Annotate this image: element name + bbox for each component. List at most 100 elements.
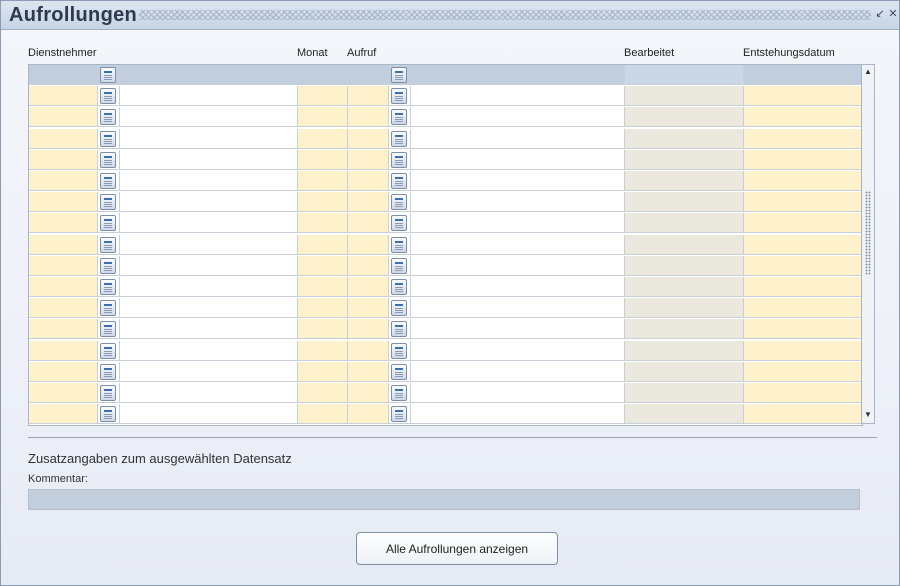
aufruf-lookup-cell[interactable]	[389, 129, 411, 149]
aufruf-cell[interactable]	[348, 319, 389, 339]
bearbeitet-cell[interactable]	[625, 171, 744, 191]
monat-cell[interactable]	[298, 235, 348, 255]
dienstnehmer-lookup-icon[interactable]	[100, 173, 116, 189]
dienstnehmer-lookup-cell[interactable]	[98, 150, 120, 170]
aufruf-lookup-cell[interactable]	[389, 65, 411, 85]
dienstnehmer-cell[interactable]	[29, 235, 98, 255]
show-all-aufrollungen-button[interactable]: Alle Aufrollungen anzeigen	[356, 532, 558, 565]
table-row[interactable]	[29, 341, 862, 362]
dienstnehmer-name-cell[interactable]	[120, 129, 298, 149]
entstehungsdatum-cell[interactable]	[744, 319, 862, 339]
dienstnehmer-name-cell[interactable]	[120, 383, 298, 403]
aufruf-cell[interactable]	[348, 150, 389, 170]
dienstnehmer-name-cell[interactable]	[120, 319, 298, 339]
dienstnehmer-lookup-icon[interactable]	[100, 152, 116, 168]
dienstnehmer-cell[interactable]	[29, 256, 98, 276]
aufruf-lookup-cell[interactable]	[389, 256, 411, 276]
dienstnehmer-lookup-icon[interactable]	[100, 215, 116, 231]
bearbeitet-cell[interactable]	[625, 213, 744, 233]
monat-cell[interactable]	[298, 192, 348, 212]
entstehungsdatum-cell[interactable]	[744, 383, 862, 403]
dienstnehmer-lookup-icon[interactable]	[100, 131, 116, 147]
bearbeitet-cell[interactable]	[625, 192, 744, 212]
bearbeitet-cell[interactable]	[625, 150, 744, 170]
table-row[interactable]	[29, 213, 862, 234]
dienstnehmer-lookup-cell[interactable]	[98, 256, 120, 276]
dienstnehmer-cell[interactable]	[29, 298, 98, 318]
scroll-grip[interactable]	[865, 191, 871, 275]
aufruf-cell[interactable]	[348, 235, 389, 255]
aufruf-cell[interactable]	[348, 65, 389, 85]
dienstnehmer-lookup-cell[interactable]	[98, 235, 120, 255]
dienstnehmer-cell[interactable]	[29, 86, 98, 106]
aufruf-lookup-icon[interactable]	[391, 215, 407, 231]
aufruf-text-cell[interactable]	[411, 404, 625, 424]
table-row[interactable]	[29, 404, 862, 425]
dienstnehmer-lookup-icon[interactable]	[100, 237, 116, 253]
aufruf-cell[interactable]	[348, 362, 389, 382]
entstehungsdatum-cell[interactable]	[744, 65, 862, 85]
dienstnehmer-name-cell[interactable]	[120, 404, 298, 424]
entstehungsdatum-cell[interactable]	[744, 192, 862, 212]
dienstnehmer-lookup-icon[interactable]	[100, 385, 116, 401]
comment-field[interactable]	[28, 489, 860, 510]
dienstnehmer-lookup-cell[interactable]	[98, 319, 120, 339]
entstehungsdatum-cell[interactable]	[744, 256, 862, 276]
aufruf-lookup-icon[interactable]	[391, 88, 407, 104]
dienstnehmer-lookup-cell[interactable]	[98, 341, 120, 361]
aufruf-lookup-cell[interactable]	[389, 192, 411, 212]
aufruf-lookup-icon[interactable]	[391, 300, 407, 316]
aufruf-text-cell[interactable]	[411, 277, 625, 297]
aufruf-lookup-icon[interactable]	[391, 406, 407, 422]
aufruf-lookup-icon[interactable]	[391, 194, 407, 210]
dienstnehmer-cell[interactable]	[29, 383, 98, 403]
bearbeitet-cell[interactable]	[625, 86, 744, 106]
aufruf-text-cell[interactable]	[411, 383, 625, 403]
aufruf-cell[interactable]	[348, 383, 389, 403]
dienstnehmer-lookup-icon[interactable]	[100, 258, 116, 274]
table-row[interactable]	[29, 298, 862, 319]
dienstnehmer-lookup-cell[interactable]	[98, 129, 120, 149]
aufruf-cell[interactable]	[348, 107, 389, 127]
table-row[interactable]	[29, 277, 862, 298]
aufruf-lookup-icon[interactable]	[391, 109, 407, 125]
dienstnehmer-lookup-icon[interactable]	[100, 321, 116, 337]
dienstnehmer-lookup-cell[interactable]	[98, 107, 120, 127]
table-row[interactable]	[29, 129, 862, 150]
aufruf-lookup-cell[interactable]	[389, 298, 411, 318]
grid-scrollbar[interactable]: ▲ ▼	[861, 64, 875, 424]
aufruf-lookup-cell[interactable]	[389, 86, 411, 106]
dienstnehmer-lookup-icon[interactable]	[100, 67, 116, 83]
aufruf-lookup-cell[interactable]	[389, 341, 411, 361]
aufruf-lookup-cell[interactable]	[389, 107, 411, 127]
monat-cell[interactable]	[298, 65, 348, 85]
dienstnehmer-lookup-icon[interactable]	[100, 406, 116, 422]
aufruf-cell[interactable]	[348, 129, 389, 149]
aufruf-lookup-icon[interactable]	[391, 131, 407, 147]
dienstnehmer-name-cell[interactable]	[120, 256, 298, 276]
entstehungsdatum-cell[interactable]	[744, 404, 862, 424]
aufruf-lookup-icon[interactable]	[391, 321, 407, 337]
aufruf-cell[interactable]	[348, 277, 389, 297]
entstehungsdatum-cell[interactable]	[744, 150, 862, 170]
dienstnehmer-cell[interactable]	[29, 129, 98, 149]
aufruf-lookup-cell[interactable]	[389, 277, 411, 297]
entstehungsdatum-cell[interactable]	[744, 86, 862, 106]
dienstnehmer-cell[interactable]	[29, 150, 98, 170]
dienstnehmer-lookup-cell[interactable]	[98, 298, 120, 318]
entstehungsdatum-cell[interactable]	[744, 362, 862, 382]
aufruf-lookup-icon[interactable]	[391, 152, 407, 168]
dienstnehmer-name-cell[interactable]	[120, 107, 298, 127]
monat-cell[interactable]	[298, 86, 348, 106]
dienstnehmer-cell[interactable]	[29, 341, 98, 361]
dienstnehmer-name-cell[interactable]	[120, 298, 298, 318]
table-row[interactable]	[29, 192, 862, 213]
aufruf-lookup-icon[interactable]	[391, 237, 407, 253]
aufruf-cell[interactable]	[348, 213, 389, 233]
bearbeitet-cell[interactable]	[625, 107, 744, 127]
table-row[interactable]	[29, 107, 862, 128]
aufruf-cell[interactable]	[348, 86, 389, 106]
column-header-monat[interactable]: Monat	[297, 47, 328, 59]
monat-cell[interactable]	[298, 383, 348, 403]
aufruf-lookup-icon[interactable]	[391, 67, 407, 83]
